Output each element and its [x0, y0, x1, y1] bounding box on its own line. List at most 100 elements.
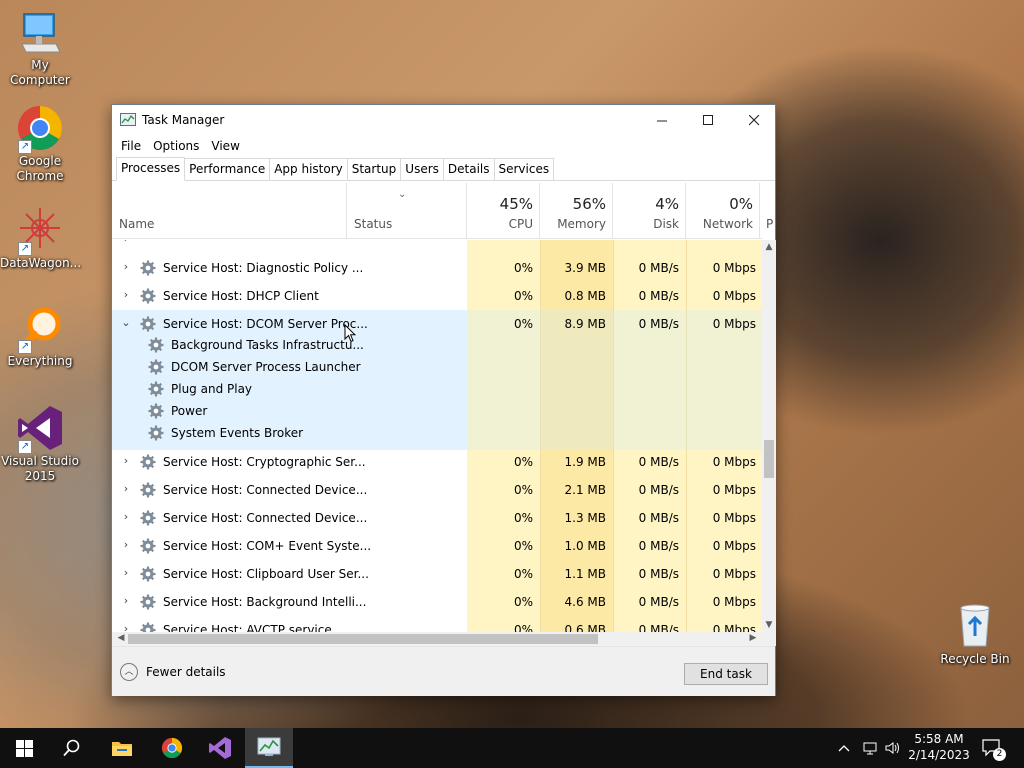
process-name: Service Host: Connected Device...	[163, 483, 368, 497]
table-row[interactable]: › Service Host: Cryptographic Ser... 0% 1.9…	[112, 448, 762, 476]
service-host-gear-icon	[140, 288, 156, 304]
sort-chevron-icon: ⌄	[398, 189, 407, 200]
maximize-button[interactable]	[685, 105, 731, 135]
volume-tray-button[interactable]	[885, 728, 901, 768]
expand-chevron-icon[interactable]: ›	[120, 288, 132, 301]
process-disk-value: 0 MB/s	[638, 317, 679, 331]
menu-view[interactable]: View	[205, 139, 245, 153]
tab-app-history[interactable]: App history	[269, 158, 348, 180]
service-host-gear-icon	[140, 454, 156, 470]
close-button[interactable]	[731, 105, 777, 135]
expand-chevron-icon[interactable]: ›	[120, 622, 132, 632]
table-row[interactable]: › Service Host: AVCTP service 0% 0.6 MB 0 MB…	[112, 616, 762, 632]
shortcut-arrow-icon: ↗	[18, 340, 32, 354]
expand-chevron-icon[interactable]: ›	[120, 454, 132, 467]
tab-performance[interactable]: Performance	[184, 158, 271, 180]
column-disk[interactable]: 4% Disk	[613, 183, 686, 239]
process-mem-value: 1.3 MB	[564, 511, 606, 525]
horizontal-scrollbar[interactable]: ◀ ▶	[112, 632, 762, 646]
desktop-icon-everything[interactable]: ↗ Everything	[0, 304, 80, 369]
vertical-scrollbar[interactable]: ▲ ▼	[762, 240, 776, 632]
table-row[interactable]: ›	[112, 240, 762, 254]
chevron-up-icon: ︿	[120, 663, 138, 681]
process-list[interactable]: › › Service Host: Diagnostic Policy ... 0%…	[112, 240, 762, 632]
child-service-row[interactable]: Power	[112, 400, 762, 422]
process-net-value: 0 Mbps	[712, 455, 756, 469]
desktop-icon-visual-studio[interactable]: ↗ Visual Studio 2015	[0, 404, 80, 484]
desktop-icon-my-computer[interactable]: My Computer	[0, 8, 80, 88]
search-button[interactable]	[48, 728, 96, 768]
expand-chevron-icon[interactable]: ›	[120, 594, 132, 607]
column-name[interactable]: Name	[112, 183, 347, 239]
tab-processes[interactable]: Processes	[116, 157, 186, 181]
child-service-row[interactable]: Background Tasks Infrastructu...	[112, 334, 762, 356]
desktop-icon-recycle-bin[interactable]: Recycle Bin	[935, 602, 1015, 667]
table-row[interactable]: › Service Host: Clipboard User Ser... 0% 1.…	[112, 560, 762, 588]
table-row[interactable]: › Service Host: DHCP Client 0% 0.8 MB 0 MB/s…	[112, 282, 762, 310]
start-button[interactable]	[0, 728, 48, 768]
end-task-button[interactable]: End task	[684, 663, 768, 685]
expand-chevron-icon[interactable]: ›	[120, 240, 132, 245]
column-cpu[interactable]: 45% CPU	[467, 183, 540, 239]
table-row[interactable]: › Service Host: Connected Device... 0% 2.1 …	[112, 476, 762, 504]
scroll-down-arrow-icon[interactable]: ▼	[762, 620, 776, 630]
network-tray-button[interactable]	[862, 728, 880, 768]
expand-chevron-icon[interactable]: ›	[120, 510, 132, 523]
task-manager-icon	[257, 737, 281, 756]
taskbar-file-explorer[interactable]	[98, 728, 146, 768]
child-service-row[interactable]: Plug and Play	[112, 378, 762, 400]
taskbar-visual-studio[interactable]	[196, 728, 244, 768]
desktop-icon-label: Google Chrome	[16, 154, 64, 183]
table-row[interactable]: › Service Host: Background Intelli... 0% 4.…	[112, 588, 762, 616]
taskbar-clock[interactable]: 5:58 AM 2/14/2023	[906, 731, 972, 763]
tab-users[interactable]: Users	[400, 158, 444, 180]
tab-services[interactable]: Services	[493, 158, 555, 180]
title-bar[interactable]: Task Manager	[112, 105, 775, 135]
child-service-row[interactable]: System Events Broker	[112, 422, 762, 444]
fewer-details-button[interactable]: ︿ Fewer details	[120, 663, 226, 681]
menu-options[interactable]: Options	[147, 139, 205, 153]
table-row[interactable]: › Service Host: Connected Device... 0% 1.3 …	[112, 504, 762, 532]
expand-chevron-icon[interactable]: ›	[120, 260, 132, 273]
taskbar-chrome[interactable]	[148, 728, 196, 768]
collapse-chevron-icon[interactable]: ⌄	[120, 316, 132, 329]
scroll-up-arrow-icon[interactable]: ▲	[762, 242, 776, 252]
scroll-left-arrow-icon[interactable]: ◀	[114, 633, 128, 643]
show-hidden-icons-button[interactable]	[838, 728, 850, 768]
chevron-up-icon	[838, 745, 850, 752]
action-center-button[interactable]: 2	[982, 728, 1015, 768]
menu-file[interactable]: File	[115, 139, 147, 153]
child-service-row[interactable]: DCOM Server Process Launcher	[112, 356, 762, 378]
process-disk-value: 0 MB/s	[638, 595, 679, 609]
vertical-scroll-thumb[interactable]	[764, 440, 774, 478]
scroll-right-arrow-icon[interactable]: ▶	[746, 633, 760, 643]
expand-chevron-icon[interactable]: ›	[120, 482, 132, 495]
desktop-icon-google-chrome[interactable]: ↗ Google Chrome	[0, 104, 80, 184]
table-row[interactable]: › Service Host: Diagnostic Policy ... 0% 3.…	[112, 254, 762, 282]
service-gear-icon	[148, 403, 164, 419]
service-host-gear-icon	[140, 260, 156, 276]
minimize-button[interactable]	[639, 105, 685, 135]
process-cpu-value: 0%	[513, 567, 533, 581]
tab-startup[interactable]: Startup	[346, 158, 402, 180]
desktop-icon-datawagon[interactable]: ↗ DataWagon...	[0, 206, 81, 271]
process-cpu-value: 0%	[513, 483, 533, 497]
footer-bar: ︿ Fewer details End task	[112, 646, 775, 696]
task-manager-window[interactable]: Task Manager File Options View Processes…	[111, 104, 776, 696]
column-memory[interactable]: 56% Memory	[540, 183, 613, 239]
desktop-icon-label: Recycle Bin	[940, 652, 1010, 666]
horizontal-scroll-thumb[interactable]	[128, 634, 598, 644]
process-net-value: 0 Mbps	[712, 623, 756, 632]
notification-count-badge: 2	[993, 747, 1006, 761]
taskbar-task-manager[interactable]	[245, 728, 293, 768]
network-label: Network	[702, 217, 753, 231]
expand-chevron-icon[interactable]: ›	[120, 566, 132, 579]
column-power[interactable]: P	[760, 183, 773, 239]
process-net-value: 0 Mbps	[712, 483, 756, 497]
process-name: Service Host: Background Intelli...	[163, 595, 367, 609]
column-status[interactable]: ⌄ Status	[347, 183, 467, 239]
table-row[interactable]: › Service Host: COM+ Event Syste... 0% 1.0 …	[112, 532, 762, 560]
expand-chevron-icon[interactable]: ›	[120, 538, 132, 551]
tab-details[interactable]: Details	[442, 158, 495, 180]
column-network[interactable]: 0% Network	[686, 183, 760, 239]
